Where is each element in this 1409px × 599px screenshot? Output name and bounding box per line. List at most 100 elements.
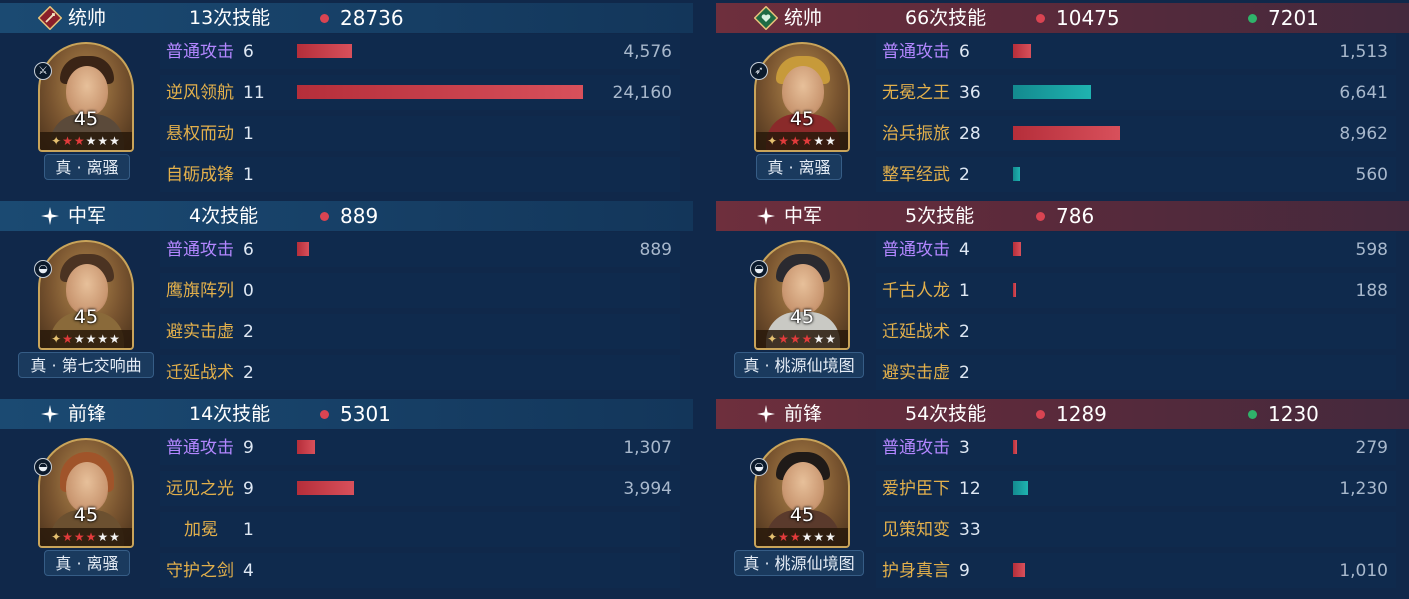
skill-name: 爱护臣下 — [882, 479, 950, 499]
sparkle-icon — [41, 207, 59, 225]
skill-row: 整军经武 2 560 — [876, 157, 1396, 192]
skill-row: 远见之光 9 3,994 — [160, 471, 680, 506]
skill-row: 千古人龙 1 188 — [876, 273, 1396, 308]
damage-value: 889 — [639, 240, 672, 260]
hero-title-tag: 真 · 离骚 — [44, 550, 130, 576]
hero-title-tag: 真 · 离骚 — [44, 154, 130, 180]
hero-level: 45 — [73, 306, 99, 328]
damage-value: 3,994 — [623, 479, 672, 499]
skill-name: 普通攻击 — [882, 438, 950, 458]
hero-portrait[interactable]: 45 ✦★★★★★ — [754, 240, 850, 350]
skill-name: 避实击虚 — [882, 363, 950, 383]
damage-value: 1,010 — [1339, 561, 1388, 581]
skill-name: 普通攻击 — [166, 438, 234, 458]
red-total: 5301 — [340, 402, 391, 426]
skill-row: 护身真言 9 1,010 — [876, 553, 1396, 588]
hero-title-tag: 真 · 桃源仙境图 — [734, 550, 864, 576]
skill-uses: 28 — [959, 124, 981, 144]
skill-name: 无冕之王 — [882, 83, 950, 103]
skill-uses: 2 — [243, 363, 254, 383]
damage-bar — [1013, 242, 1021, 256]
hero-portrait[interactable]: 45 ✦★★★★★ — [754, 42, 850, 152]
role-label: 统帅 — [784, 7, 823, 29]
heart-diamond-icon — [754, 6, 778, 30]
hero-level: 45 — [789, 504, 815, 526]
skill-name: 治兵振旅 — [882, 124, 950, 144]
skill-name: 整军经武 — [882, 165, 950, 185]
skill-row: 守护之剑 4 — [160, 553, 680, 588]
damage-bar — [1013, 126, 1120, 140]
damage-bar — [1013, 283, 1016, 297]
red-dot-icon — [320, 14, 329, 23]
damage-bar — [297, 481, 354, 495]
damage-value: 188 — [1355, 281, 1388, 301]
skill-row: 迁延战术 2 — [160, 355, 680, 390]
damage-value: 279 — [1355, 438, 1388, 458]
skill-uses: 6 — [243, 42, 254, 62]
section-header: 前锋 14次技能 5301 — [0, 399, 693, 429]
skill-count: 66次技能 — [905, 7, 987, 29]
skill-row: 普通攻击 9 1,307 — [160, 430, 680, 465]
role-label: 前锋 — [784, 403, 823, 425]
skill-row: 自砺成锋 1 — [160, 157, 680, 192]
role-label: 统帅 — [68, 7, 107, 29]
skill-uses: 0 — [243, 281, 254, 301]
red-dot-icon — [320, 212, 329, 221]
skill-uses: 9 — [243, 438, 254, 458]
skill-uses: 2 — [243, 322, 254, 342]
skill-uses: 4 — [959, 240, 970, 260]
skill-name: 普通攻击 — [166, 240, 234, 260]
skill-row: 逆风领航 11 24,160 — [160, 75, 680, 110]
skill-uses: 4 — [243, 561, 254, 581]
skill-uses: 36 — [959, 83, 981, 103]
red-total: 889 — [340, 204, 379, 228]
hero-title-tag: 真 · 第七交响曲 — [18, 352, 154, 378]
sparkle-icon — [757, 207, 775, 225]
skill-row: 避实击虚 2 — [160, 314, 680, 349]
section-header: 统帅 13次技能 28736 — [0, 3, 693, 33]
red-total: 786 — [1056, 204, 1095, 228]
section-header: 前锋 54次技能 1289 1230 — [716, 399, 1409, 429]
skill-row: 加冕 1 — [160, 512, 680, 547]
hero-section-center: 中军 4次技能 889 45 ✦★★★★★ ◒ 真 · 第七交响曲 普通攻击 6… — [0, 198, 693, 396]
hero-portrait[interactable]: 45 ✦★★★★★ — [38, 438, 134, 548]
skill-row: 普通攻击 6 4,576 — [160, 34, 680, 69]
section-header: 统帅 66次技能 10475 7201 — [716, 3, 1409, 33]
skill-row: 悬权而动 1 — [160, 116, 680, 151]
hero-title-tag: 真 · 桃源仙境图 — [734, 352, 864, 378]
skill-row: 无冕之王 36 6,641 — [876, 75, 1396, 110]
skill-name: 见策知变 — [882, 520, 950, 540]
hero-portrait[interactable]: 45 ✦★★★★★ — [38, 42, 134, 152]
skill-uses: 3 — [959, 438, 970, 458]
red-total: 28736 — [340, 6, 404, 30]
skill-uses: 11 — [243, 83, 265, 103]
skill-uses: 1 — [959, 281, 970, 301]
damage-bar — [1013, 440, 1017, 454]
hero-portrait[interactable]: 45 ✦★★★★★ — [38, 240, 134, 350]
red-total: 1289 — [1056, 402, 1107, 426]
hero-portrait[interactable]: 45 ✦★★★★★ — [754, 438, 850, 548]
red-total: 10475 — [1056, 6, 1120, 30]
skill-name: 远见之光 — [166, 479, 234, 499]
skill-name: 千古人龙 — [882, 281, 950, 301]
hero-level: 45 — [73, 504, 99, 526]
shield-icon: ◒ — [750, 260, 768, 278]
hero-section-vanguard: 前锋 14次技能 5301 45 ✦★★★★★ ◒ 真 · 离骚 普通攻击 9 … — [0, 396, 693, 594]
skill-name: 普通攻击 — [882, 42, 950, 62]
shield-icon: ◒ — [34, 260, 52, 278]
green-dot-icon — [1248, 14, 1257, 23]
right-team-panel: 统帅 66次技能 10475 7201 45 ✦★★★★★ ➶ 真 · 离骚 普… — [716, 0, 1409, 599]
skill-count: 5次技能 — [905, 205, 975, 227]
skill-row: 普通攻击 4 598 — [876, 232, 1396, 267]
skill-name: 避实击虚 — [166, 322, 234, 342]
star-rating: ✦★★★★★ — [40, 330, 132, 348]
skill-name: 迁延战术 — [882, 322, 950, 342]
damage-bar — [1013, 563, 1025, 577]
damage-bar — [297, 44, 352, 58]
skill-row: 普通攻击 6 1,513 — [876, 34, 1396, 69]
skill-name: 护身真言 — [882, 561, 950, 581]
star-rating: ✦★★★★★ — [40, 132, 132, 150]
damage-bar — [297, 242, 309, 256]
heal-bar — [1013, 85, 1091, 99]
skill-name: 普通攻击 — [882, 240, 950, 260]
